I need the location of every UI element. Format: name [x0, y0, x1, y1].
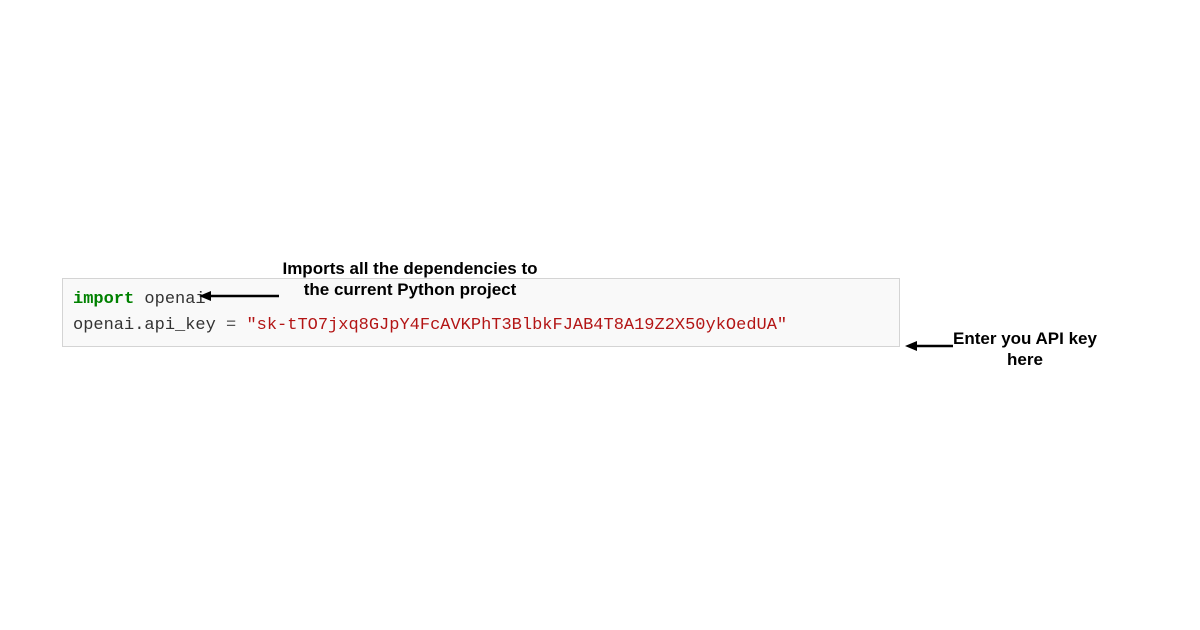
string-apikey: "sk-tTO7jxq8GJpY4FcAVKPhT3BlbkFJAB4T8A19…: [246, 316, 787, 335]
module-name: openai: [134, 290, 205, 309]
arrow-left-icon: [199, 290, 279, 302]
keyword-import: import: [73, 290, 134, 309]
arrow-left-icon: [905, 340, 953, 352]
code-line-2: openai.api_key = "sk-tTO7jxq8GJpY4FcAVKP…: [73, 313, 889, 339]
code-prefix: openai.api_key: [73, 316, 226, 335]
space: [236, 316, 246, 335]
annotation-apikey: Enter you API key here: [950, 328, 1100, 371]
operator-equals: =: [226, 316, 236, 335]
annotation-import: Imports all the dependencies to the curr…: [280, 258, 540, 301]
